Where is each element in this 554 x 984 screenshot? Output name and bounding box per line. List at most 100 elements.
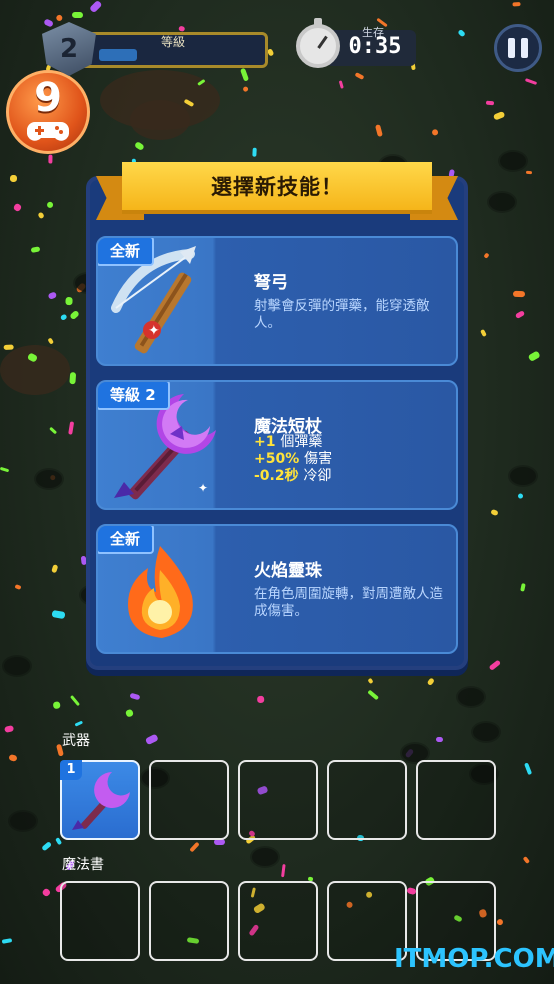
enemy-creature — [472, 722, 499, 741]
confetti-piece — [69, 371, 77, 384]
gamepad-icon — [26, 118, 70, 146]
confetti-piece — [435, 736, 443, 742]
confetti-piece — [48, 336, 55, 344]
confetti-piece — [425, 677, 435, 687]
confetti-piece — [515, 310, 525, 319]
confetti-piece — [13, 202, 23, 213]
pause-icon-bar — [521, 38, 528, 58]
confetti-piece — [8, 753, 19, 762]
skill-card-crossbow[interactable]: ✦ 全新 弩弓 射擊會反彈的彈藥，能穿透敵人。 — [96, 236, 458, 366]
stopwatch-icon — [296, 18, 340, 68]
spellbook-slot-2[interactable] — [149, 881, 229, 961]
confetti-piece — [49, 427, 58, 436]
confetti-piece — [242, 85, 250, 93]
confetti-piece — [134, 140, 145, 151]
stat-row: +1 個彈藥 — [254, 434, 444, 451]
confetti-piece — [75, 720, 84, 727]
skill-name: 火焰靈珠 — [254, 561, 322, 581]
weapon-slot-1[interactable]: 1 — [60, 760, 140, 840]
confetti-piece — [46, 291, 57, 301]
stat-text: 傷害 — [304, 451, 333, 467]
confetti-piece — [68, 421, 75, 435]
confetti-piece — [129, 692, 141, 700]
level-label: 等級 — [160, 35, 185, 49]
skill-stats: +1 個彈藥 +50% 傷害 -0.2秒 冷卻 — [254, 434, 444, 485]
confetti-piece — [512, 1, 521, 7]
kill-counter-badge: 9 — [6, 70, 90, 154]
confetti-piece — [37, 211, 46, 220]
confetti-piece — [46, 201, 53, 209]
confetti-piece — [251, 147, 257, 157]
stat-text: 冷卻 — [303, 468, 332, 484]
confetti-piece — [490, 508, 499, 517]
weapons-label: 武器 — [62, 733, 90, 749]
enemy-creature — [510, 466, 537, 485]
confetti-piece — [214, 839, 225, 846]
spellbooks-label: 魔法書 — [62, 857, 104, 873]
confetti-piece — [69, 310, 81, 321]
xp-bar-fill — [99, 49, 137, 61]
confetti-piece — [367, 677, 374, 685]
level-display: 等級 2 — [42, 22, 268, 76]
spellbook-slot-3[interactable] — [238, 881, 318, 961]
confetti-piece — [52, 702, 61, 710]
enemy-creature — [252, 847, 278, 866]
confetti-piece — [522, 855, 530, 864]
confetti-piece — [479, 328, 487, 337]
level-value: 2 — [59, 34, 79, 64]
weapon-slot-4[interactable] — [327, 760, 407, 840]
skill-card-magic-wand[interactable]: ✦ 等級 2 魔法短杖 +1 個彈藥 +50% 傷害 -0.2秒 冷卻 — [96, 380, 458, 510]
weapon-slot-3[interactable] — [238, 760, 318, 840]
enemy-creature — [457, 687, 484, 706]
timer-value: 0:35 — [348, 34, 402, 59]
stat-text: 個彈藥 — [280, 434, 323, 450]
magic-wand-icon — [72, 772, 130, 830]
kill-counter-value: 9 — [34, 75, 62, 121]
confetti-piece — [375, 124, 384, 138]
confetti-piece — [281, 863, 286, 877]
skill-selection-banner: 選擇新技能！ — [96, 162, 458, 222]
weapon-slot-5[interactable] — [416, 760, 496, 840]
mud-puddle — [0, 345, 70, 395]
confetti-piece — [65, 297, 73, 306]
confetti-piece — [524, 77, 537, 85]
skill-card-fire-orb[interactable]: 全新 火焰靈珠 在角色周圍旋轉，對周遭敵人造成傷害。 — [96, 524, 458, 654]
svg-text:✦: ✦ — [148, 323, 160, 339]
card-badge-new: 全新 — [98, 526, 155, 554]
stat-value: +50% — [254, 451, 300, 467]
survival-timer: 生存 0:35 — [296, 18, 420, 72]
dialog-title: 選擇新技能！ — [122, 162, 432, 214]
stat-value: -0.2秒 — [254, 468, 299, 484]
confetti-piece — [367, 690, 380, 702]
confetti-piece — [489, 660, 502, 672]
confetti-piece — [125, 709, 134, 719]
confetti-piece — [406, 886, 417, 896]
spellbook-slot-1[interactable] — [60, 881, 140, 961]
confetti-piece — [520, 582, 527, 592]
confetti-piece — [526, 170, 533, 174]
confetti-piece — [256, 695, 265, 704]
weapon-slot-2[interactable] — [149, 760, 229, 840]
enemy-creature — [10, 812, 37, 831]
confetti-piece — [483, 252, 490, 259]
confetti-piece — [485, 100, 495, 105]
confetti-piece — [41, 887, 52, 898]
confetti-piece — [145, 733, 159, 746]
confetti-piece — [493, 110, 506, 120]
confetti-piece — [51, 564, 59, 573]
site-watermark: ITMOP.COM — [394, 944, 554, 974]
confetti-piece — [30, 245, 41, 253]
confetti-piece — [430, 127, 440, 137]
pause-button[interactable] — [494, 24, 542, 72]
confetti-piece — [60, 313, 68, 321]
confetti-piece — [517, 492, 525, 500]
enemy-creature — [3, 657, 30, 676]
enemy-creature — [35, 469, 62, 488]
confetti-piece — [9, 175, 18, 183]
confetti-piece — [0, 466, 9, 472]
confetti-piece — [48, 154, 53, 164]
confetti-piece — [527, 350, 541, 362]
confetti-piece — [523, 762, 532, 776]
stat-row: -0.2秒 冷卻 — [254, 468, 444, 485]
pause-icon — [508, 38, 515, 58]
